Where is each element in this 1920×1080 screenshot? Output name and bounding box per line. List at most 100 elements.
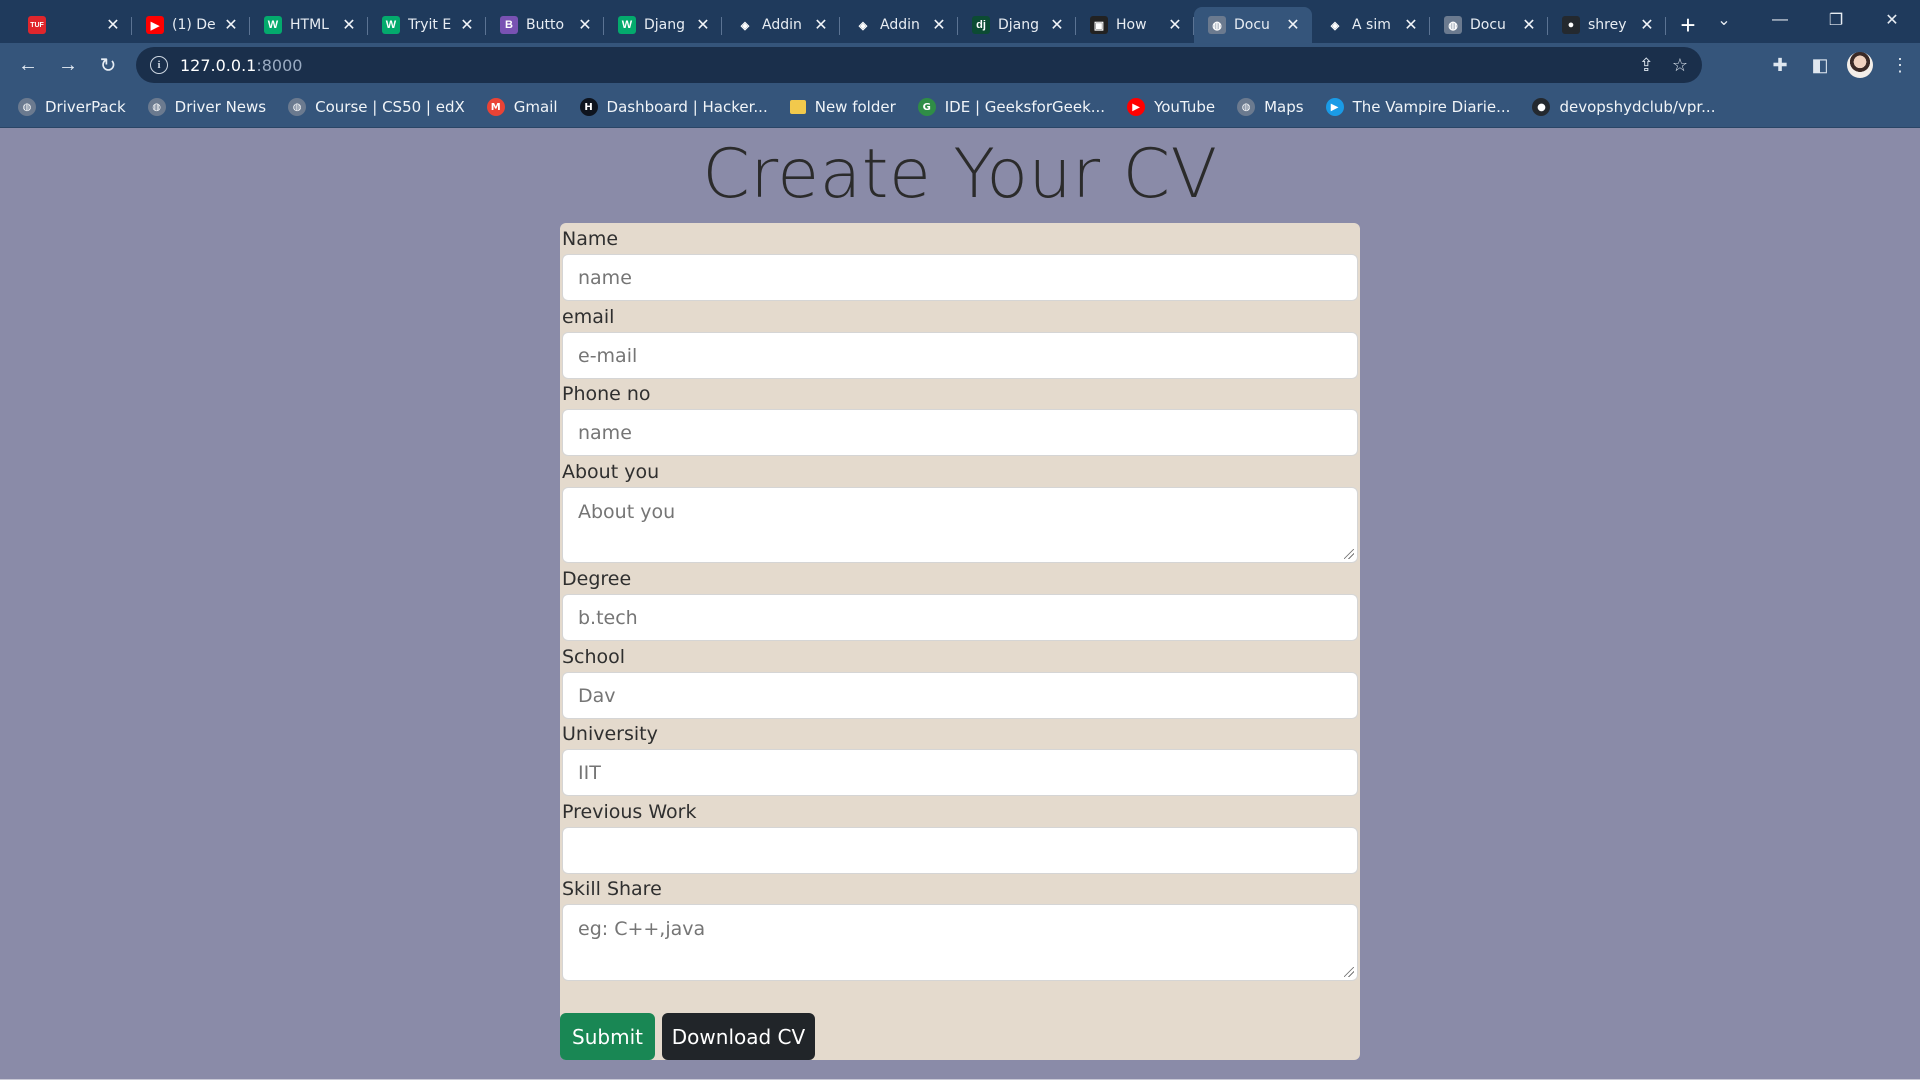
globe-icon: ◍ — [1444, 16, 1462, 34]
tab-title: A sim — [1352, 17, 1391, 33]
share-icon[interactable]: ⇪ — [1639, 55, 1654, 76]
django-icon: dj — [972, 16, 990, 34]
tab-title: HTML — [290, 17, 329, 33]
resize-handle-icon[interactable] — [1344, 967, 1354, 977]
site-info-icon[interactable]: i — [150, 56, 168, 74]
close-tab-icon[interactable]: ✕ — [1402, 15, 1420, 35]
tab-search-icon[interactable]: ⌄ — [1696, 0, 1752, 40]
reload-button[interactable]: ↻ — [88, 45, 128, 85]
restore-button[interactable]: ❐ — [1808, 0, 1864, 40]
email-input[interactable]: e-mail — [562, 332, 1358, 379]
bookmark-item[interactable]: ▶ The Vampire Diarie... — [1325, 98, 1510, 116]
about-placeholder: About you — [578, 501, 676, 523]
bookmark-item[interactable]: ◍ Course | CS50 | edX — [288, 98, 465, 116]
resize-handle-icon[interactable] — [1344, 549, 1354, 559]
tab-title: shrey — [1588, 17, 1627, 33]
browser-menu-icon[interactable]: ⋮ — [1880, 43, 1920, 87]
close-tab-icon[interactable]: ✕ — [1638, 15, 1656, 35]
browser-tab[interactable]: ◍ Docu ✕ — [1194, 7, 1312, 43]
tab-title: Tryit E — [408, 17, 452, 33]
tuf-icon: TUF — [28, 16, 46, 34]
browser-tab[interactable]: ▣ How ✕ — [1076, 7, 1194, 43]
degree-label: Degree — [562, 568, 632, 590]
close-tab-icon[interactable]: ✕ — [812, 15, 830, 35]
download-cv-button[interactable]: Download CV — [662, 1013, 815, 1060]
submit-button[interactable]: Submit — [560, 1013, 655, 1060]
name-input[interactable]: name — [562, 254, 1358, 301]
close-tab-icon[interactable]: ✕ — [930, 15, 948, 35]
bookmark-item[interactable]: G IDE | GeeksforGeek... — [917, 98, 1105, 116]
hackerrank-icon: H — [579, 98, 598, 116]
browser-tab[interactable]: TUF ✕ — [14, 7, 132, 43]
university-input[interactable]: IIT — [562, 749, 1358, 796]
bookmark-item[interactable]: ▶ YouTube — [1127, 98, 1215, 116]
bookmark-item[interactable]: New folder — [789, 98, 896, 116]
phone-input[interactable]: name — [562, 409, 1358, 456]
bookmark-star-icon[interactable]: ☆ — [1672, 55, 1688, 76]
globe-icon: ◍ — [147, 98, 166, 116]
about-label: About you — [562, 461, 660, 483]
browser-tab[interactable]: ◈ Addin ✕ — [722, 7, 840, 43]
close-tab-icon[interactable]: ✕ — [576, 15, 594, 35]
forward-button[interactable]: → — [48, 45, 88, 85]
address-bar[interactable]: i 127.0.0.1:8000 ⇪ ☆ — [136, 47, 1702, 83]
side-panel-icon[interactable]: ◧ — [1800, 43, 1840, 87]
browser-toolbar: ← → ↻ i 127.0.0.1:8000 ⇪ ☆ ✚ ◧ ⋮ — [0, 43, 1920, 87]
email-label: email — [562, 306, 615, 328]
browser-tab[interactable]: ◈ A sim ✕ — [1312, 7, 1430, 43]
browser-tab[interactable]: ◍ Docu ✕ — [1430, 7, 1548, 43]
phone-label: Phone no — [562, 383, 651, 405]
browser-tab[interactable]: W Tryit E ✕ — [368, 7, 486, 43]
bookmark-label: Course | CS50 | edX — [315, 98, 465, 116]
close-tab-icon[interactable]: ✕ — [458, 15, 476, 35]
degree-input[interactable]: b.tech — [562, 594, 1358, 641]
tab-title: Djang — [998, 17, 1040, 33]
close-tab-icon[interactable]: ✕ — [222, 15, 240, 35]
close-window-button[interactable]: ✕ — [1864, 0, 1920, 40]
skills-textarea[interactable]: eg: C++,java — [562, 904, 1358, 981]
tab-title: Docu — [1470, 17, 1506, 33]
folder-icon — [789, 100, 806, 114]
previous-work-input[interactable] — [562, 827, 1358, 874]
browser-tab[interactable]: B Butto ✕ — [486, 7, 604, 43]
bookmark-item[interactable]: ● devopshydclub/vpr... — [1532, 98, 1715, 116]
w3schools-icon: W — [264, 16, 282, 34]
bookmark-item[interactable]: M Gmail — [486, 98, 558, 116]
back-button[interactable]: ← — [8, 45, 48, 85]
minimize-button[interactable]: — — [1752, 0, 1808, 40]
browser-tab[interactable]: ● shrey ✕ — [1548, 7, 1666, 43]
profile-avatar[interactable] — [1847, 52, 1873, 78]
close-tab-icon[interactable]: ✕ — [694, 15, 712, 35]
browser-tab[interactable]: dj Djang ✕ — [958, 7, 1076, 43]
close-tab-icon[interactable]: ✕ — [1520, 15, 1538, 35]
bookmark-item[interactable]: ◍ Driver News — [147, 98, 266, 116]
bookmark-item[interactable]: ◍ Maps — [1237, 98, 1304, 116]
browser-tab[interactable]: W HTML ✕ — [250, 7, 368, 43]
browser-tab[interactable]: ◈ Addin ✕ — [840, 7, 958, 43]
close-tab-icon[interactable]: ✕ — [1166, 15, 1184, 35]
bookmark-item[interactable]: ◍ DriverPack — [18, 98, 126, 116]
bookmark-label: Gmail — [513, 98, 558, 116]
bookmark-item[interactable]: H Dashboard | Hacker... — [579, 98, 768, 116]
bookmark-label: Maps — [1264, 98, 1304, 116]
tab-strip: TUF ✕ ▶ (1) De ✕ W HTML ✕ W Tryit E ✕ B Butto ✕ W Djang… — [0, 0, 1920, 43]
browser-tab[interactable]: W Djang ✕ — [604, 7, 722, 43]
extensions-icon[interactable]: ✚ — [1760, 43, 1800, 87]
close-tab-icon[interactable]: ✕ — [1284, 15, 1302, 35]
skills-label: Skill Share — [562, 878, 662, 900]
close-tab-icon[interactable]: ✕ — [340, 15, 358, 35]
school-input[interactable]: Dav — [562, 672, 1358, 719]
tab-title: How — [1116, 17, 1147, 33]
bookmark-label: Dashboard | Hacker... — [606, 98, 768, 116]
about-textarea[interactable]: About you — [562, 487, 1358, 563]
skills-placeholder: eg: C++,java — [578, 918, 706, 940]
bookmark-label: devopshydclub/vpr... — [1559, 98, 1716, 116]
codepen-icon: ◈ — [1326, 16, 1344, 34]
browser-tab[interactable]: ▶ (1) De ✕ — [132, 7, 250, 43]
globe-icon: ◍ — [288, 98, 307, 116]
close-tab-icon[interactable]: ✕ — [1048, 15, 1066, 35]
bookmark-label: DriverPack — [45, 98, 126, 116]
url-port: :8000 — [256, 55, 303, 75]
tab-title: Addin — [880, 17, 920, 33]
close-tab-icon[interactable]: ✕ — [104, 15, 122, 35]
